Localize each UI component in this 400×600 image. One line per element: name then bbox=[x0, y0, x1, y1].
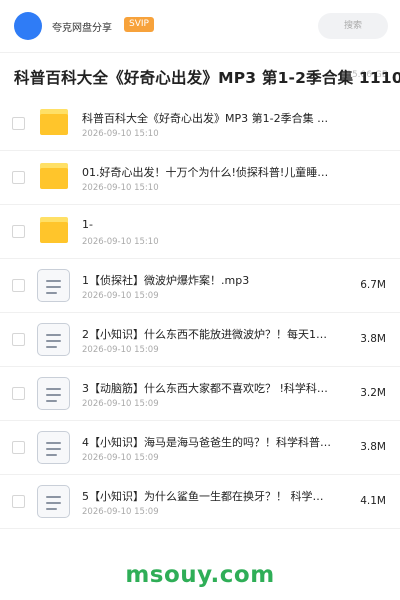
file-name: 3【动脑筋】什么东西大家都不喜欢吃？ !科学科普… bbox=[82, 382, 332, 395]
top-bar: 夸克网盘分享 SVIP 搜索 bbox=[0, 0, 400, 52]
list-item[interactable]: 2【小知识】什么东西不能放进微波炉？！每天18… 2026-09-10 15:0… bbox=[0, 313, 400, 367]
list-item[interactable]: 3【动脑筋】什么东西大家都不喜欢吃？ !科学科普… 2026-09-10 15:… bbox=[0, 367, 400, 421]
file-name: 1【侦探社】微波炉爆炸案！.mp3 bbox=[82, 274, 250, 287]
file-size: 3.2M bbox=[360, 387, 386, 399]
list-item[interactable]: 1【侦探社】微波炉爆炸案！.mp3 2026-09-10 15:09 6.7M bbox=[0, 259, 400, 313]
file-size: 6.7M bbox=[360, 279, 386, 291]
site-watermark: msouy.com bbox=[125, 562, 275, 588]
list-item[interactable]: 科普百科大全《好奇心出发》MP3 第1-2季合集 … 2026-09-10 15… bbox=[0, 97, 400, 151]
list-item[interactable]: 01.好奇心出发！十万个为什么!侦探科普!儿童睡… 2026-09-10 15:… bbox=[0, 151, 400, 205]
checkbox[interactable] bbox=[12, 333, 25, 346]
svip-badge: SVIP bbox=[124, 17, 154, 32]
avatar[interactable] bbox=[14, 12, 42, 40]
file-date: 2026-09-10 15:10 bbox=[82, 183, 159, 193]
search-input[interactable]: 搜索 bbox=[318, 13, 388, 39]
document-icon bbox=[37, 377, 70, 410]
file-name: 1- bbox=[82, 218, 93, 231]
file-size: 3.8M bbox=[360, 333, 386, 345]
checkbox[interactable] bbox=[12, 279, 25, 292]
checkbox[interactable] bbox=[12, 171, 25, 184]
folder-icon bbox=[40, 163, 68, 189]
file-date: 2026-09-10 15:09 bbox=[82, 399, 159, 409]
file-name: 4【小知识】海马是海马爸爸生的吗？！科学科普… bbox=[82, 436, 331, 449]
file-name: 01.好奇心出发！十万个为什么!侦探科普!儿童睡… bbox=[82, 166, 329, 179]
checkbox[interactable] bbox=[12, 495, 25, 508]
file-date: 2026-09-10 15:09 bbox=[82, 507, 159, 517]
document-icon bbox=[37, 323, 70, 356]
document-icon bbox=[37, 485, 70, 518]
checkbox[interactable] bbox=[12, 387, 25, 400]
list-item[interactable]: 4【小知识】海马是海马爸爸生的吗？！科学科普… 2026-09-10 15:09… bbox=[0, 421, 400, 475]
checkbox[interactable] bbox=[12, 441, 25, 454]
file-date: 2026-09-10 15:09 bbox=[82, 345, 159, 355]
checkbox[interactable] bbox=[12, 117, 25, 130]
file-date: 2026-09-10 15:09 bbox=[82, 291, 159, 301]
file-list: 科普百科大全《好奇心出发》MP3 第1-2季合集 … 2026-09-10 15… bbox=[0, 97, 400, 529]
file-size: 3.8M bbox=[360, 441, 386, 453]
file-name: 科普百科大全《好奇心出发》MP3 第1-2季合集 … bbox=[82, 112, 329, 125]
document-icon bbox=[37, 269, 70, 302]
page-title: 科普百科大全《好奇心出发》MP3 第1-2季合集 1110集 bbox=[14, 69, 400, 87]
file-name: 2【小知识】什么东西不能放进微波炉？！每天18… bbox=[82, 328, 332, 341]
document-icon bbox=[37, 431, 70, 464]
file-size: 4.1M bbox=[360, 495, 386, 507]
file-date: 2026-09-10 15:10 bbox=[82, 237, 159, 247]
list-item[interactable]: 5【小知识】为什么鲨鱼一生都在换牙？！ 科学科普… 2026-09-10 15:… bbox=[0, 475, 400, 529]
folder-icon bbox=[40, 109, 68, 135]
user-name[interactable]: 夸克网盘分享 bbox=[52, 19, 112, 34]
list-item[interactable]: 1- 2026-09-10 15:10 bbox=[0, 205, 400, 259]
file-date: 2026-09-10 15:09 bbox=[82, 453, 159, 463]
checkbox[interactable] bbox=[12, 225, 25, 238]
title-bar: 15.06 GB 科普百科大全《好奇心出发》MP3 第1-2季合集 1110集 bbox=[0, 52, 400, 98]
file-date: 2026-09-10 15:10 bbox=[82, 129, 159, 139]
file-name: 5【小知识】为什么鲨鱼一生都在换牙？！ 科学科普… bbox=[82, 490, 332, 503]
folder-icon bbox=[40, 217, 68, 243]
